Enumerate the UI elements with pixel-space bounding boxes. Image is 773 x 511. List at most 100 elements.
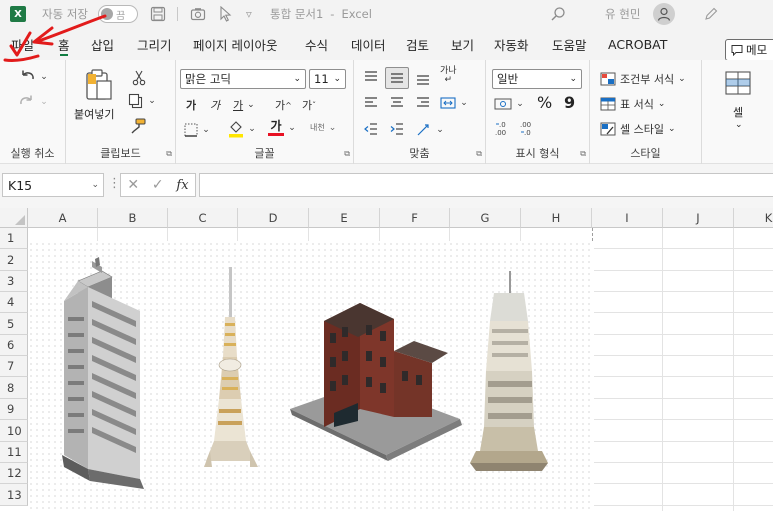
align-right-icon[interactable] — [416, 96, 430, 110]
row-header-10[interactable]: 10 — [0, 420, 28, 442]
launcher-icon[interactable]: ⧉ — [166, 149, 172, 159]
align-left-button[interactable] — [364, 96, 378, 110]
search-icon[interactable] — [550, 6, 566, 22]
phonetic-button[interactable]: 내천 ⌄ — [310, 122, 336, 133]
designer-button[interactable] — [703, 0, 719, 28]
currency-icon[interactable] — [494, 97, 512, 111]
decrease-decimal-icon[interactable]: .00.0 — [518, 120, 536, 136]
decrease-indent-button[interactable] — [364, 122, 378, 136]
align-bottom-icon[interactable] — [416, 72, 430, 86]
paint-bucket-icon[interactable] — [228, 120, 244, 138]
align-top-button[interactable] — [364, 70, 378, 84]
percent-button[interactable]: % — [537, 93, 552, 112]
increase-decimal-icon[interactable]: .0.00 — [494, 120, 512, 136]
row-header-13[interactable]: 13 — [0, 484, 28, 506]
tab-review[interactable]: 검토 — [406, 28, 429, 60]
column-header-i[interactable]: I — [592, 208, 663, 228]
increase-indent-button[interactable] — [390, 122, 404, 136]
cell-styles-button[interactable]: 셀 스타일 ⌄ — [600, 121, 676, 137]
shrink-font-button[interactable]: 가ˇ — [302, 97, 316, 113]
formula-input[interactable] — [199, 173, 773, 197]
tab-data[interactable]: 데이터 — [351, 28, 386, 60]
tab-formulas[interactable]: 수식 — [305, 28, 328, 60]
bold-button[interactable]: 가 — [186, 97, 196, 113]
chevron-down-icon[interactable]: ⌄ — [36, 69, 52, 85]
align-top-icon[interactable] — [364, 70, 378, 84]
column-header-c[interactable]: C — [168, 208, 238, 228]
row-header-5[interactable]: 5 — [0, 313, 28, 335]
chevron-down-icon[interactable]: ⌄ — [735, 120, 743, 130]
undo-icon[interactable] — [18, 69, 36, 85]
border-button[interactable]: ⌄ — [184, 122, 214, 138]
pen-icon[interactable] — [703, 6, 719, 22]
font-color-button[interactable]: 가 ⌄ — [268, 120, 300, 136]
search-button[interactable] — [550, 0, 566, 28]
user-avatar[interactable] — [653, 0, 675, 28]
chevron-down-icon[interactable]: ⌄ — [144, 93, 160, 109]
row-header-7[interactable]: 7 — [0, 356, 28, 377]
tab-automate[interactable]: 자동화 — [494, 28, 529, 60]
italic-button[interactable]: 가 — [210, 97, 220, 113]
chevron-down-icon[interactable]: ⌄ — [432, 122, 448, 138]
align-middle-icon[interactable] — [390, 71, 404, 85]
save-button[interactable] — [150, 0, 166, 28]
conditional-formatting-button[interactable]: 조건부 서식 ⌄ — [600, 71, 686, 87]
pointer-icon[interactable] — [219, 6, 233, 22]
redo-button[interactable]: ⌄ — [18, 94, 52, 110]
tab-page-layout[interactable]: 페이지 레이아웃 — [193, 28, 277, 60]
save-icon[interactable] — [150, 6, 166, 22]
font-name-select[interactable]: 맑은 고딕 ⌄ — [180, 69, 306, 89]
copy-button[interactable]: ⌄ — [128, 93, 160, 109]
orientation-button[interactable]: ⌄ — [416, 122, 448, 138]
paste-label[interactable]: 붙여넣기 — [74, 106, 114, 122]
row-header-1[interactable]: 1 — [0, 228, 28, 249]
row-header-4[interactable]: 4 — [0, 292, 28, 313]
redo-icon[interactable] — [18, 94, 36, 110]
comma-button[interactable]: 9 — [564, 93, 575, 112]
cancel-icon[interactable]: ✕ — [127, 177, 139, 193]
row-header-11[interactable]: 11 — [0, 442, 28, 463]
merge-center-button[interactable]: ⌄ — [440, 95, 472, 111]
font-size-select[interactable]: 11 ⌄ — [309, 69, 346, 89]
column-header-f[interactable]: F — [380, 208, 450, 228]
brush-icon[interactable] — [130, 118, 146, 134]
column-header-e[interactable]: E — [309, 208, 380, 228]
launcher-icon[interactable]: ⧉ — [344, 149, 350, 159]
orientation-icon[interactable] — [416, 123, 432, 137]
insert-cells-button[interactable] — [724, 70, 752, 96]
merge-icon[interactable] — [440, 96, 456, 110]
format-painter-button[interactable] — [130, 118, 146, 134]
grow-font-button[interactable]: 가 ^ — [275, 97, 292, 113]
tab-acrobat[interactable]: ACROBAT — [608, 28, 667, 60]
tab-help[interactable]: 도움말 — [552, 28, 587, 60]
camera-icon[interactable] — [190, 6, 206, 22]
comments-button[interactable]: 메모 — [725, 39, 773, 61]
insert-cells-icon[interactable] — [724, 70, 752, 96]
chevron-down-icon[interactable]: ⌄ — [36, 94, 52, 110]
decrease-decimal-button[interactable]: .00.0 — [518, 120, 536, 136]
check-icon[interactable]: ✓ — [152, 177, 164, 193]
select-all-corner[interactable] — [0, 208, 28, 228]
row-header-6[interactable]: 6 — [0, 335, 28, 356]
chevron-down-icon[interactable]: ⌄ — [284, 120, 300, 136]
indent-icon[interactable] — [390, 122, 404, 136]
format-as-table-button[interactable]: 표 서식 ⌄ — [600, 96, 665, 112]
name-box[interactable]: K15 ⌄ — [2, 173, 104, 197]
column-header-g[interactable]: G — [450, 208, 521, 228]
align-left-icon[interactable] — [364, 96, 378, 110]
column-header-k[interactable]: K — [734, 208, 773, 228]
column-header-j[interactable]: J — [663, 208, 734, 228]
align-right-button[interactable] — [416, 96, 430, 110]
border-icon[interactable] — [184, 123, 198, 137]
row-header-2[interactable]: 2 — [0, 249, 28, 271]
wrap-text-button[interactable]: 가나 ↵ — [440, 67, 457, 85]
column-header-h[interactable]: H — [521, 208, 592, 228]
avatar[interactable] — [653, 3, 675, 25]
inserted-picture[interactable] — [28, 241, 594, 511]
chevron-down-icon[interactable]: ⌄ — [512, 96, 528, 112]
cells-label[interactable]: 셀 — [733, 104, 743, 120]
chevron-down-icon[interactable]: ⌄ — [456, 95, 472, 111]
tab-view[interactable]: 보기 — [451, 28, 474, 60]
column-header-d[interactable]: D — [238, 208, 309, 228]
launcher-icon[interactable]: ⧉ — [476, 149, 482, 159]
